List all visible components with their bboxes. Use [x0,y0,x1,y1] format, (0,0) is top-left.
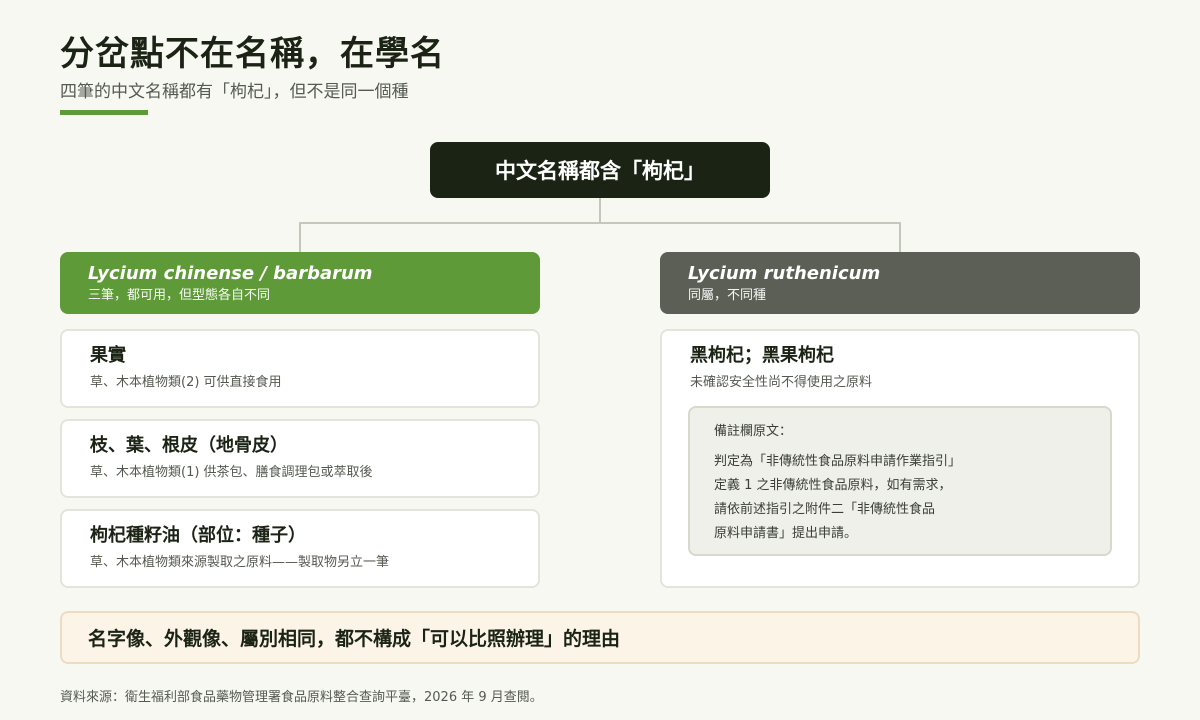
right-scientific-name: Lycium ruthenicum [688,263,881,284]
root-node: 中文名稱都含「枸杞」 [430,142,770,198]
card-description: 草、木本植物類(2) 可供直接食用 [90,375,282,390]
card-description: 草、木本植物類(1) 供茶包、膳食調理包或萃取後 [90,465,373,480]
remark-line: 原料申請書」提出申請。 [714,526,858,541]
remark-line: 請依前述指引之附件二「非傳統性食品 [714,502,936,517]
conclusion-banner: 名字像、外觀像、屬別相同，都不構成「可以比照辦理」的理由 [60,611,1140,664]
page-subtitle: 四筆的中文名稱都有「枸杞」，但不是同一個種 [60,82,409,102]
connector-crossbar [299,222,901,224]
left-card-branch-leaf-root: 枝、葉、根皮（地骨皮） 草、木本植物類(1) 供茶包、膳食調理包或萃取後 [60,419,540,498]
conclusion-text: 名字像、外觀像、屬別相同，都不構成「可以比照辦理」的理由 [88,628,621,650]
right-column-header: Lycium ruthenicum 同屬，不同種 [660,252,1140,314]
card-description: 未確認安全性尚不得使用之原料 [690,375,873,390]
card-title: 枸杞種籽油（部位：種子） [90,525,306,546]
root-node-label: 中文名稱都含「枸杞」 [495,159,705,183]
connector-trunk [599,198,601,224]
card-description: 草、木本植物類來源製取之原料——製取物另立一筆 [90,555,390,570]
right-column-note: 同屬，不同種 [688,288,767,303]
remark-line: 判定為「非傳統性食品原料申請作業指引」 [714,454,962,469]
source-note: 資料來源：衛生福利部食品藥物管理署食品原料整合查詢平臺，2026 年 9 月查閱… [60,690,543,705]
left-column-header: Lycium chinense / barbarum 三筆，都可用，但型態各自不… [60,252,540,314]
connector-right-drop [899,222,901,252]
left-scientific-name: Lycium chinense / barbarum [88,263,373,284]
card-title: 枝、葉、根皮（地骨皮） [90,435,288,456]
left-card-fruit: 果實 草、木本植物類(2) 可供直接食用 [60,329,540,408]
connector-left-drop [299,222,301,252]
remark-line: 定義 1 之非傳統性食品原料，如有需求， [714,478,952,493]
left-card-seed-oil: 枸杞種籽油（部位：種子） 草、木本植物類來源製取之原料——製取物另立一筆 [60,509,540,588]
remark-heading: 備註欄原文： [714,424,793,439]
card-title: 黑枸杞；黑果枸杞 [690,345,834,366]
card-title: 果實 [90,345,126,366]
title-accent-rule [60,110,148,115]
remark-box: 備註欄原文： 判定為「非傳統性食品原料申請作業指引」 定義 1 之非傳統性食品原… [688,406,1112,556]
page-title: 分岔點不在名稱，在學名 [60,34,445,74]
left-column-note: 三筆，都可用，但型態各自不同 [88,288,271,303]
